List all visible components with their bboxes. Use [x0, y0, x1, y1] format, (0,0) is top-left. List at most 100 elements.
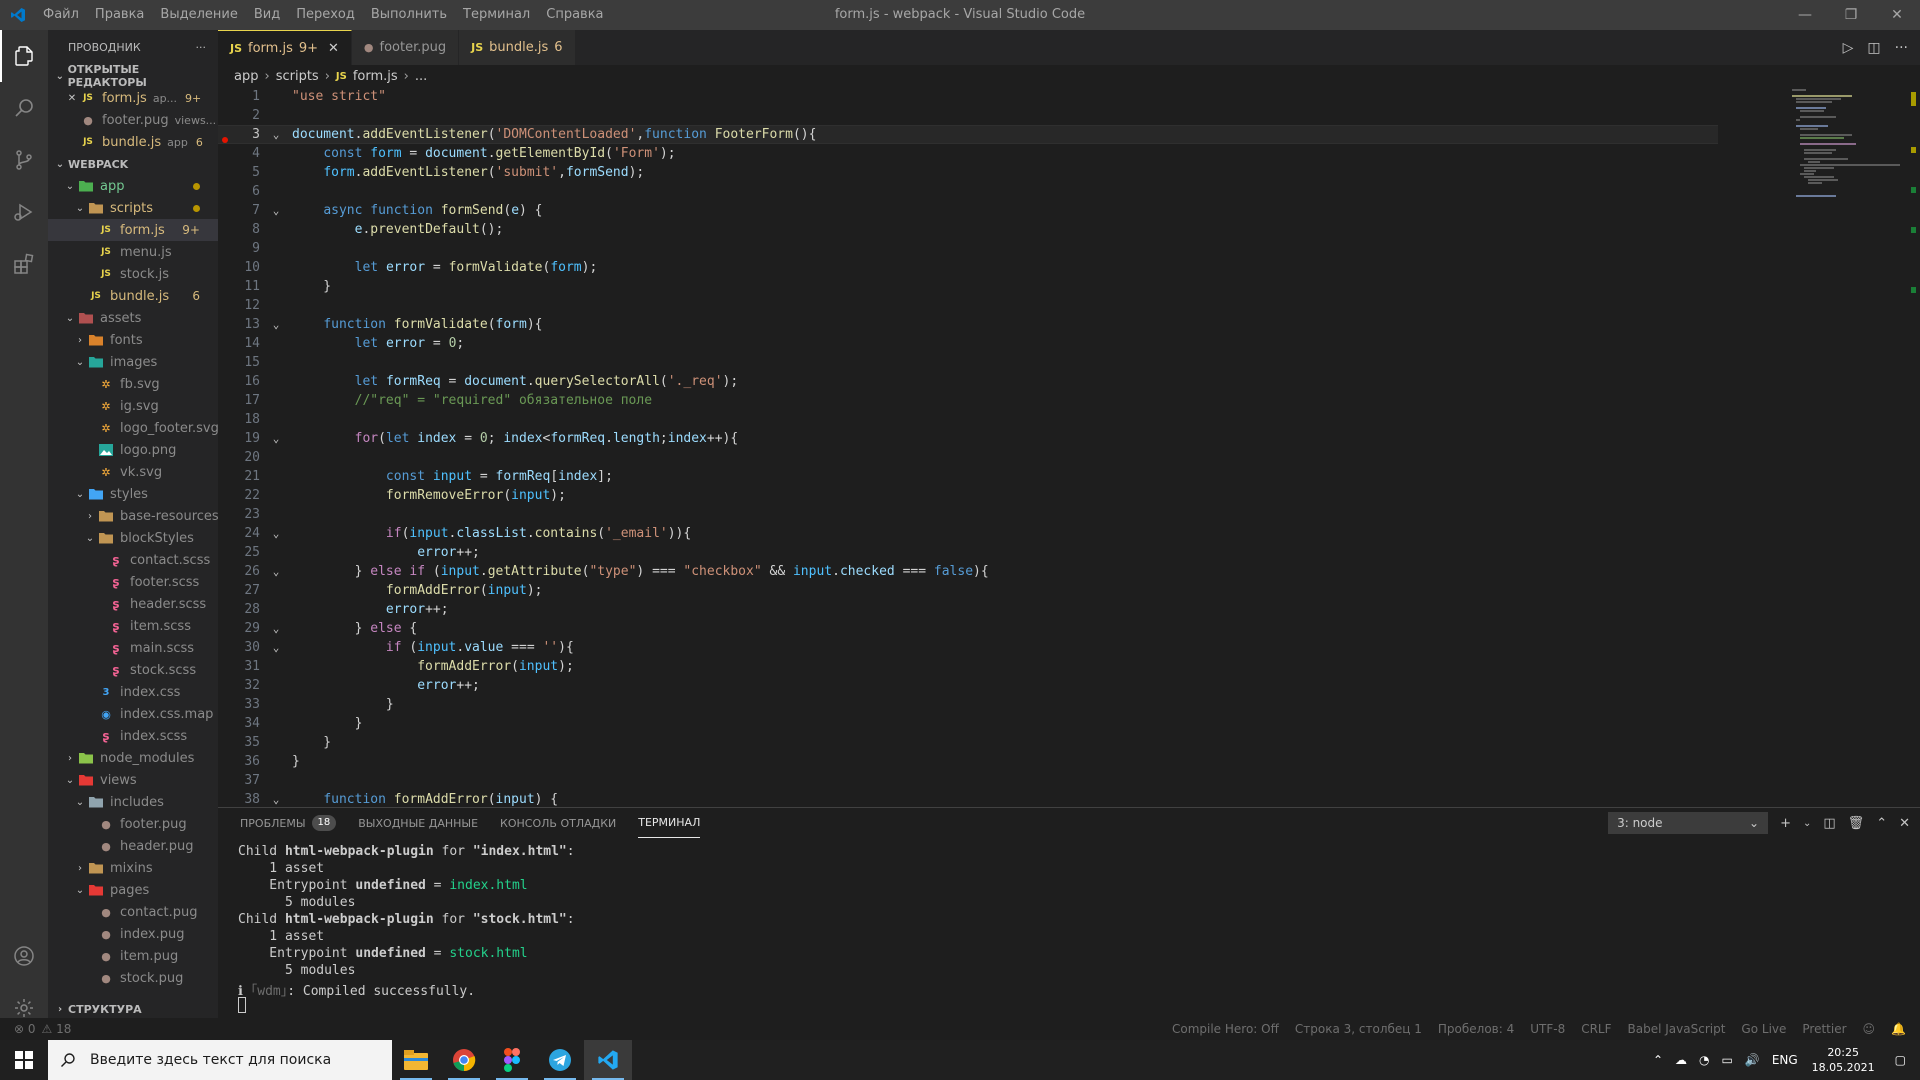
- extensions-icon[interactable]: [0, 238, 48, 290]
- minimap[interactable]: [1790, 87, 1910, 207]
- code-line[interactable]: 37: [218, 771, 1718, 790]
- code-line[interactable]: 18: [218, 410, 1718, 429]
- tree-folder[interactable]: ⌄ views: [48, 769, 218, 791]
- go-live-button[interactable]: Go Live: [1741, 1022, 1786, 1036]
- tree-folder[interactable]: ⌄ images: [48, 351, 218, 373]
- tree-file[interactable]: ʂ header.scss: [48, 593, 218, 615]
- panel-tab[interactable]: ВЫХОДНЫЕ ДАННЫЕ: [358, 808, 478, 838]
- tree-file[interactable]: logo.png: [48, 439, 218, 461]
- panel-tab[interactable]: ПРОБЛЕМЫ 18: [240, 808, 337, 838]
- breakpoint-icon[interactable]: [222, 137, 228, 143]
- volume-icon[interactable]: 🔊: [1745, 1053, 1760, 1067]
- tree-file[interactable]: ◉ index.css.map: [48, 703, 218, 725]
- tab-form-js[interactable]: JS form.js 9+ ✕: [218, 30, 352, 65]
- line-ending[interactable]: CRLF: [1581, 1022, 1611, 1036]
- breadcrumb-item[interactable]: form.js: [353, 69, 398, 84]
- file-explorer-app-icon[interactable]: [392, 1040, 440, 1080]
- code-line[interactable]: 10 let error = formValidate(form);: [218, 258, 1718, 277]
- tree-folder[interactable]: › fonts: [48, 329, 218, 351]
- code-line[interactable]: 32 error++;: [218, 676, 1718, 695]
- code-line[interactable]: 33 }: [218, 695, 1718, 714]
- tree-file[interactable]: ● contact.pug: [48, 901, 218, 923]
- encoding[interactable]: UTF-8: [1530, 1022, 1565, 1036]
- workspace-section[interactable]: ⌄ WEBPACK: [48, 153, 218, 175]
- close-icon[interactable]: ✕: [64, 93, 80, 104]
- tree-file[interactable]: JS menu.js: [48, 241, 218, 263]
- fold-chevron-icon[interactable]: ⌄: [260, 793, 292, 806]
- windows-start-icon[interactable]: [0, 1040, 48, 1080]
- fold-chevron-icon[interactable]: ⌄: [260, 565, 292, 578]
- code-line[interactable]: 38 ⌄ function formAddError(input) {: [218, 790, 1718, 807]
- tree-file[interactable]: ✲ logo_footer.svg: [48, 417, 218, 439]
- code-line[interactable]: 4 const form = document.getElementById('…: [218, 144, 1718, 163]
- chevron-up-icon[interactable]: ⌃: [1653, 1053, 1663, 1067]
- code-line[interactable]: 7 ⌄ async function formSend(e) {: [218, 201, 1718, 220]
- tree-file[interactable]: ✲ fb.svg: [48, 373, 218, 395]
- open-editors-section[interactable]: ⌄ ОТКРЫТЫЕ РЕДАКТОРЫ: [48, 63, 218, 89]
- run-icon[interactable]: ▷: [1843, 40, 1854, 56]
- open-editor-item[interactable]: JS bundle.js app 6: [48, 131, 218, 153]
- tree-file[interactable]: ʂ stock.scss: [48, 659, 218, 681]
- explorer-more-icon[interactable]: ···: [196, 41, 207, 54]
- tree-folder[interactable]: › mixins: [48, 857, 218, 879]
- code-line[interactable]: 13 ⌄ function formValidate(form){: [218, 315, 1718, 334]
- vscode-logo-icon[interactable]: [0, 0, 35, 30]
- code-line[interactable]: 17 //"req" = "required" обязательное пол…: [218, 391, 1718, 410]
- tree-folder[interactable]: › node_modules: [48, 747, 218, 769]
- code-line[interactable]: 16 let formReq = document.querySelectorA…: [218, 372, 1718, 391]
- open-editor-item[interactable]: ✕ JS form.js ap... 9+: [48, 87, 218, 109]
- code-line[interactable]: 3 ⌄ document.addEventListener('DOMContentL…: [218, 125, 1718, 144]
- prettier-status[interactable]: Prettier: [1802, 1022, 1846, 1036]
- telegram-app-icon[interactable]: [536, 1040, 584, 1080]
- tree-folder[interactable]: ⌄ pages: [48, 879, 218, 901]
- close-icon[interactable]: ✕: [328, 41, 339, 56]
- breadcrumb-item[interactable]: ...: [415, 69, 427, 84]
- feedback-icon[interactable]: ☺: [1863, 1022, 1876, 1036]
- code-line[interactable]: 12: [218, 296, 1718, 315]
- breadcrumb-item[interactable]: scripts: [276, 69, 319, 84]
- code-line[interactable]: 27 formAddError(input);: [218, 581, 1718, 600]
- outline-section[interactable]: › СТРУКТУРА: [48, 998, 142, 1020]
- menu-go[interactable]: Переход: [288, 0, 363, 30]
- fold-chevron-icon[interactable]: ⌄: [260, 641, 292, 654]
- battery-icon[interactable]: ▭: [1722, 1053, 1733, 1067]
- tree-file[interactable]: ● stock.pug: [48, 967, 218, 989]
- menu-run[interactable]: Выполнить: [363, 0, 455, 30]
- terminal-select[interactable]: 3: node ⌄: [1608, 812, 1769, 834]
- close-panel-icon[interactable]: ✕: [1899, 816, 1910, 831]
- tree-file[interactable]: ʂ item.scss: [48, 615, 218, 637]
- code-line[interactable]: 8 e.preventDefault();: [218, 220, 1718, 239]
- code-line[interactable]: 25 error++;: [218, 543, 1718, 562]
- tree-folder[interactable]: ⌄ app: [48, 175, 218, 197]
- fold-chevron-icon[interactable]: ⌄: [260, 432, 292, 445]
- fold-chevron-icon[interactable]: ⌄: [260, 527, 292, 540]
- fold-chevron-icon[interactable]: ⌄: [260, 318, 292, 331]
- close-window-icon[interactable]: ✕: [1874, 0, 1920, 30]
- code-line[interactable]: 24 ⌄ if(input.classList.contains('_email'…: [218, 524, 1718, 543]
- tree-file[interactable]: ʂ main.scss: [48, 637, 218, 659]
- code-line[interactable]: 29 ⌄ } else {: [218, 619, 1718, 638]
- cursor-position[interactable]: Строка 3, столбец 1: [1295, 1022, 1422, 1036]
- breadcrumb-item[interactable]: app: [234, 69, 258, 84]
- code-line[interactable]: 22 formRemoveError(input);: [218, 486, 1718, 505]
- explorer-icon[interactable]: [0, 30, 48, 82]
- search-icon[interactable]: [0, 82, 48, 134]
- terminal-output[interactable]: Child html-webpack-plugin for "index.htm…: [218, 838, 1920, 1014]
- open-editor-item[interactable]: ● footer.pug views...: [48, 109, 218, 131]
- tree-file[interactable]: 3 index.css: [48, 681, 218, 703]
- notification-center-icon[interactable]: ▢: [1895, 1053, 1906, 1067]
- tree-file[interactable]: ● index.pug: [48, 923, 218, 945]
- tree-file[interactable]: ● footer.pug: [48, 813, 218, 835]
- fold-chevron-icon[interactable]: ⌄: [260, 204, 292, 217]
- trash-icon[interactable]: 🗑: [1848, 816, 1865, 831]
- tree-file[interactable]: ʂ contact.scss: [48, 549, 218, 571]
- menu-file[interactable]: Файл: [35, 0, 87, 30]
- menu-terminal[interactable]: Терминал: [455, 0, 538, 30]
- warnings-count[interactable]: ⚠ 18: [42, 1022, 72, 1036]
- compile-hero-status[interactable]: Compile Hero: Off: [1172, 1022, 1279, 1036]
- code-line[interactable]: 30 ⌄ if (input.value === ''){: [218, 638, 1718, 657]
- panel-tab[interactable]: ТЕРМИНАЛ: [638, 808, 701, 838]
- code-line[interactable]: 6: [218, 182, 1718, 201]
- network-icon[interactable]: ◔: [1699, 1053, 1709, 1067]
- tree-file[interactable]: ✲ ig.svg: [48, 395, 218, 417]
